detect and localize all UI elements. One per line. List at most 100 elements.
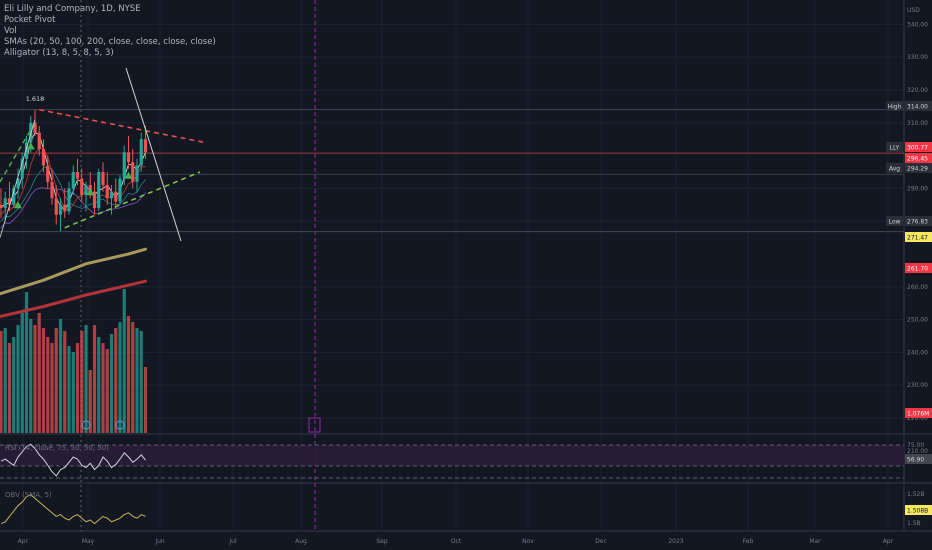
- rsi-label: RSI (14, close, 75, 50, 50, 50): [5, 444, 109, 452]
- volume-bar: [7, 343, 12, 433]
- volume-bar: [12, 337, 16, 433]
- obv-value-label: 1.508B: [907, 508, 928, 515]
- volume-bar: [67, 346, 71, 433]
- x-tick-label: Dec: [595, 538, 607, 545]
- volume-bar: [118, 322, 122, 433]
- price-tick-label: 240.00: [907, 349, 928, 356]
- indicator-pocket-pivot[interactable]: Pocket Pivot: [4, 15, 216, 26]
- candle-body: [75, 172, 80, 179]
- fib-level-label: 1.618: [26, 95, 45, 103]
- volume-bar: [63, 331, 67, 433]
- price-label-value: 294.29: [907, 165, 928, 172]
- x-tick-label: Sep: [376, 538, 388, 545]
- chart-header: Eli Lilly and Company, 1D, NYSE Pocket P…: [4, 4, 216, 59]
- price-label-tag-text: Avg: [889, 165, 900, 172]
- volume-bar: [37, 313, 41, 433]
- volume-bar: [16, 325, 20, 433]
- candle-body: [126, 152, 131, 163]
- chart-background: [0, 0, 932, 550]
- price-label-value: 261.70: [907, 265, 928, 272]
- price-tick-label: 230.00: [907, 382, 928, 389]
- volume-bar: [139, 331, 143, 433]
- candle-body: [37, 132, 41, 150]
- indicator-smas[interactable]: SMAs (20, 50, 100, 200, close, close, cl…: [4, 37, 216, 48]
- volume-bar: [0, 331, 3, 433]
- x-tick-label: Nov: [522, 538, 534, 545]
- candle-body: [84, 185, 88, 195]
- candle-body: [101, 172, 105, 186]
- volume-bar: [24, 292, 29, 433]
- candle-body: [118, 178, 122, 202]
- volume-bar: [54, 328, 58, 433]
- price-label-value: 314.00: [907, 103, 928, 110]
- price-tick-label: 330.00: [907, 54, 928, 61]
- x-tick-label: Oct: [451, 538, 462, 545]
- candle-body: [3, 198, 7, 209]
- volume-bar: [143, 367, 148, 433]
- indicator-alligator[interactable]: Alligator (13, 8, 5, 8, 5, 3): [4, 48, 216, 59]
- obv-tick-label: 1.5B: [907, 520, 921, 527]
- price-label-value: 271.47: [907, 234, 928, 241]
- candle-body: [131, 162, 135, 182]
- symbol-title[interactable]: Eli Lilly and Company, 1D, NYSE: [4, 4, 216, 15]
- price-tick-label: 250.00: [907, 317, 928, 324]
- candle-body: [71, 172, 75, 189]
- x-tick-label: 2023: [668, 538, 683, 545]
- volume-bar: [105, 349, 109, 433]
- volume-bar: [114, 328, 118, 433]
- price-label-value: 296.45: [907, 155, 928, 162]
- volume-bar: [41, 328, 46, 433]
- price-label-value: 300.77: [907, 144, 928, 151]
- x-tick-label: Jul: [228, 538, 237, 545]
- candle-body: [50, 181, 54, 199]
- obv-tick-label: 1.52B: [907, 491, 924, 498]
- volume-bar: [50, 343, 54, 433]
- volume-bar: [46, 337, 50, 433]
- candle-body: [122, 152, 126, 179]
- candle-body: [67, 188, 71, 212]
- price-tick-label: 320.00: [907, 87, 928, 94]
- obv-label: OBV (SMA, 5): [5, 491, 52, 499]
- candle-body: [105, 185, 109, 199]
- rsi-value-label: 56.90: [907, 457, 924, 464]
- rsi-tick-label: 75.00: [907, 442, 924, 449]
- candle-body: [109, 191, 114, 199]
- volume-bar: [58, 319, 63, 433]
- x-tick-label: Apr: [883, 538, 894, 545]
- candle-body: [97, 172, 101, 209]
- indicator-vol[interactable]: Vol: [4, 26, 216, 37]
- volume-bar: [20, 313, 24, 433]
- price-label-value: 276.83: [907, 218, 928, 225]
- candle-body: [41, 149, 46, 166]
- price-label-tag-text: LLY: [890, 144, 900, 151]
- price-label-value: 1.076M: [907, 410, 929, 417]
- volume-bar: [126, 316, 131, 433]
- x-tick-label: May: [82, 538, 95, 545]
- volume-bar: [131, 322, 135, 433]
- volume-bar: [97, 337, 101, 433]
- volume-bar: [71, 352, 75, 433]
- volume-bar: [33, 325, 37, 433]
- candle-body: [46, 165, 50, 182]
- volume-bar: [84, 325, 88, 433]
- candle-body: [80, 178, 84, 195]
- x-tick-label: Feb: [743, 538, 754, 545]
- x-tick-label: Apr: [18, 538, 29, 545]
- x-tick-label: Jun: [154, 538, 165, 545]
- chart-canvas[interactable]: Apr May Jun Jul Aug Sep Oct Nov Dec 2023 Feb Mar Apr…: [0, 0, 932, 550]
- x-tick-label: Aug: [295, 538, 307, 545]
- volume-bar: [75, 343, 80, 433]
- candle-body: [139, 139, 143, 166]
- volume-bar: [109, 334, 114, 433]
- candle-body: [54, 198, 58, 215]
- volume-bar: [135, 328, 139, 433]
- volume-bar: [3, 328, 7, 433]
- price-label-tag-text: High: [888, 103, 902, 110]
- volume-bar: [101, 343, 105, 433]
- volume-bar: [80, 331, 84, 433]
- price-tick-label: 290.00: [907, 185, 928, 192]
- price-tick-label: 260.00: [907, 284, 928, 291]
- volume-bar: [122, 289, 126, 433]
- volume-bar: [92, 325, 97, 433]
- rsi-band: [0, 445, 904, 466]
